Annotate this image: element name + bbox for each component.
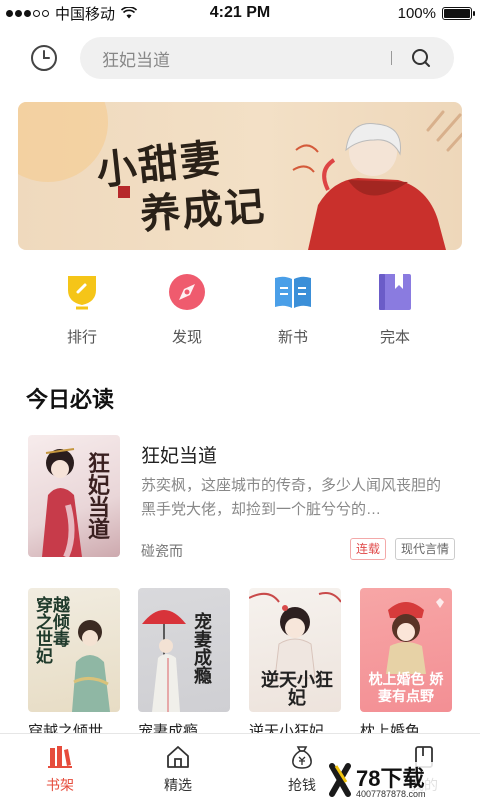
category-completed[interactable]: 完本	[355, 272, 435, 347]
category-ranking[interactable]: 排行	[42, 272, 122, 347]
book-card[interactable]: 宠妻成瘾 宠妻成瘾	[138, 588, 230, 741]
promo-banner[interactable]: 小甜妻 养成记	[18, 102, 462, 250]
money-bag-icon	[292, 746, 312, 769]
book-card[interactable]: 枕上婚色 娇妻有点野 枕上婚色	[360, 588, 452, 741]
banner-title-line2: 养成记	[138, 182, 268, 239]
status-right: 100%	[397, 4, 475, 22]
book-card[interactable]: 逆天小狂妃 逆天小狂妃	[249, 588, 341, 741]
tab-bookshelf[interactable]: 书架	[20, 744, 100, 795]
status-tag: 连载	[350, 538, 387, 560]
book-cover-title: 逆天小狂妃	[261, 670, 333, 709]
category-new-books[interactable]: 新书	[253, 272, 333, 347]
search-icon[interactable]	[410, 47, 432, 69]
watermark-brand: 78下载	[356, 766, 424, 791]
site-watermark-logo: 78下载 4007787878.com	[326, 762, 476, 799]
category-label: 新书	[277, 329, 308, 346]
book-cover[interactable]: 宠妻成瘾	[138, 588, 230, 712]
book-cover[interactable]: 穿越之倾世毒妃	[28, 588, 120, 712]
book-cover-title: 宠妻成瘾	[194, 612, 212, 687]
status-bar: 中国移动 4:21 PM 100%	[0, 0, 480, 26]
tab-featured[interactable]: 精选	[138, 744, 218, 795]
category-label: 排行	[66, 329, 97, 346]
bookmark-book-icon	[379, 274, 411, 310]
trophy-icon	[68, 276, 96, 310]
section-title: 今日必读	[26, 387, 115, 412]
tab-label: 书架	[46, 777, 74, 793]
featured-book-cover[interactable]: 狂妃当道	[28, 435, 120, 557]
search-divider	[391, 51, 392, 65]
search-input[interactable]: 狂妃当道	[102, 46, 391, 71]
banner-character-illustration	[292, 110, 462, 250]
battery-percent: 100%	[397, 4, 436, 22]
compass-icon	[169, 274, 205, 310]
book-cover-title: 穿越之倾世毒妃	[36, 596, 70, 667]
search-bar[interactable]: 狂妃当道	[80, 37, 454, 79]
home-icon	[167, 746, 189, 768]
banner-seal-stamp	[118, 186, 130, 198]
battery-icon	[442, 6, 475, 20]
featured-book-title[interactable]: 狂妃当道	[141, 441, 217, 468]
watermark-phone: 4007787878.com	[356, 789, 426, 799]
bookshelf-icon	[48, 746, 72, 768]
genre-tag: 现代言情	[395, 538, 456, 560]
category-label: 完本	[379, 329, 410, 346]
book-card[interactable]: 穿越之倾世毒妃 穿越之倾世	[28, 588, 120, 741]
featured-book-author: 碰瓷而	[141, 543, 183, 559]
open-book-icon	[275, 276, 311, 308]
featured-book-description: 苏奕枫，这座城市的传奇，多少人闻风丧胆的黑手党大佬，却捡到一个脏兮兮的…	[141, 477, 442, 518]
history-clock-icon[interactable]	[30, 44, 58, 72]
book-cover[interactable]: 枕上婚色 娇妻有点野	[360, 588, 452, 712]
tab-label: 精选	[164, 777, 192, 793]
featured-cover-title: 狂妃当道	[88, 451, 111, 543]
book-cover-title: 枕上婚色 娇妻有点野	[368, 672, 444, 705]
category-label: 发现	[171, 329, 202, 346]
book-cover[interactable]: 逆天小狂妃	[249, 588, 341, 712]
category-discover[interactable]: 发现	[147, 272, 227, 347]
